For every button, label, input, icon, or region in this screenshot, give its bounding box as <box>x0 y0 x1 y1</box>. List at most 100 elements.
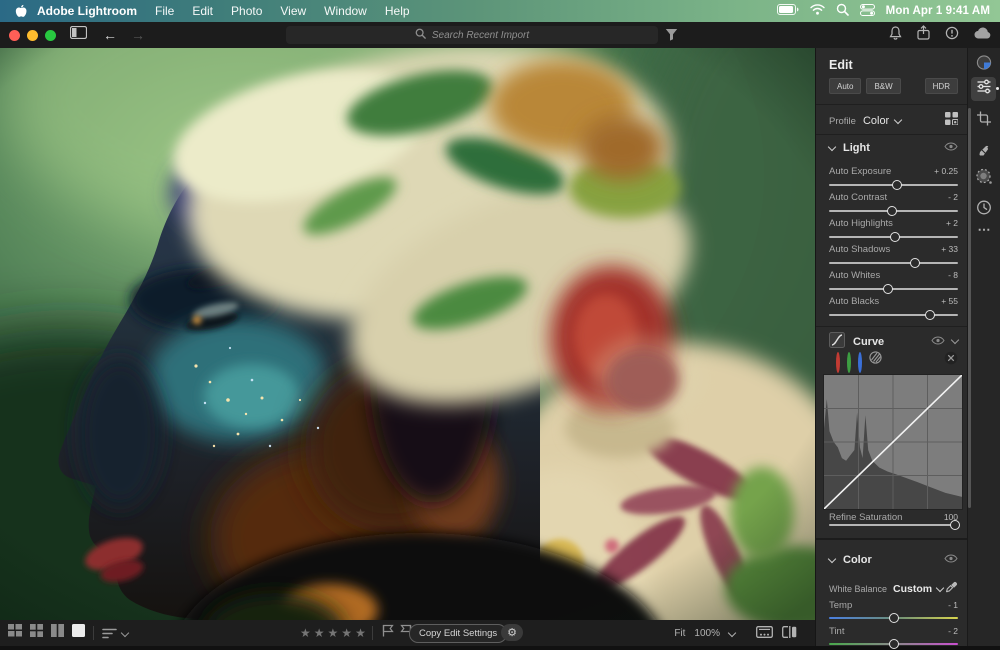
star-icon[interactable]: ★ <box>300 626 311 640</box>
control-center-icon[interactable] <box>860 4 875 19</box>
share-icon[interactable] <box>917 25 930 45</box>
temp-value: - 1 <box>948 600 958 611</box>
close-window-button[interactable] <box>9 30 20 41</box>
minimize-window-button[interactable] <box>27 30 38 41</box>
battery-icon[interactable] <box>777 4 799 18</box>
slider-row: Tint - 2 <box>829 626 958 637</box>
whites-slider[interactable] <box>829 283 958 295</box>
sort-chevron-icon <box>121 629 129 637</box>
sphere-adjust-icon[interactable] <box>976 55 992 76</box>
compare-view-icon[interactable] <box>51 624 64 642</box>
slider-value: + 55 <box>941 296 958 307</box>
profile-value[interactable]: Color <box>863 115 889 127</box>
spotlight-search-icon[interactable] <box>836 3 849 19</box>
apple-menu-icon[interactable] <box>14 4 27 19</box>
curve-channel-blue[interactable] <box>858 354 862 372</box>
light-visibility-eye-icon[interactable] <box>944 142 958 154</box>
profile-browser-icon[interactable] <box>945 112 958 130</box>
slider-row: Auto Whites - 8 <box>829 270 958 281</box>
versions-clock-icon[interactable] <box>976 200 992 221</box>
white-balance-chevron-icon[interactable] <box>936 584 944 592</box>
slider-label: Auto Blacks <box>829 296 879 307</box>
bottom-toolbar: ★ ★ ★ ★ ★ Copy Edit Settings ⚙ <box>0 620 815 646</box>
refine-saturation-slider[interactable] <box>829 519 958 531</box>
white-balance-value[interactable]: Custom <box>893 583 932 595</box>
menu-help[interactable]: Help <box>385 4 410 18</box>
search-input[interactable]: Search Recent Import <box>286 26 658 44</box>
copy-edit-settings-button[interactable]: Copy Edit Settings <box>409 624 507 643</box>
highlights-slider[interactable] <box>829 231 958 243</box>
settings-gear-button[interactable]: ⚙ <box>501 624 523 641</box>
profile-chevron-icon[interactable] <box>894 116 902 124</box>
sort-icon[interactable] <box>102 628 128 639</box>
forward-arrow-button[interactable]: → <box>131 28 145 42</box>
curve-channel-point[interactable] <box>869 351 882 369</box>
bw-button[interactable]: B&W <box>866 78 900 94</box>
contrast-slider[interactable] <box>829 205 958 217</box>
slider-row: Auto Highlights + 2 <box>829 218 958 229</box>
menu-file[interactable]: File <box>155 4 174 18</box>
filter-funnel-icon[interactable] <box>665 28 678 46</box>
slider-value: - 2 <box>948 192 958 203</box>
back-arrow-button[interactable]: ← <box>103 28 117 42</box>
color-visibility-eye-icon[interactable] <box>944 554 958 566</box>
curve-reset-icon[interactable] <box>944 351 958 370</box>
sidebar-toggle-icon[interactable] <box>70 26 87 44</box>
curve-channel-green[interactable] <box>847 354 851 372</box>
more-tools-icon[interactable]: ⋯ <box>978 222 991 238</box>
filmstrip-toggle-icon[interactable] <box>756 626 773 641</box>
star-rating[interactable]: ★ ★ ★ ★ ★ <box>300 620 366 646</box>
search-placeholder: Search Recent Import <box>432 30 529 41</box>
zoom-level-value[interactable]: 100% <box>694 628 720 639</box>
healing-brush-icon[interactable] <box>976 142 992 163</box>
tint-label: Tint <box>829 626 844 637</box>
menu-edit[interactable]: Edit <box>192 4 213 18</box>
wifi-icon[interactable] <box>810 4 825 18</box>
hdr-button[interactable]: HDR <box>925 78 958 94</box>
white-balance-label: White Balance <box>829 584 887 594</box>
edit-sliders-icon[interactable] <box>977 79 992 99</box>
curve-collapse-chevron-icon[interactable] <box>951 336 959 344</box>
menu-photo[interactable]: Photo <box>231 4 262 18</box>
menu-view[interactable]: View <box>280 4 306 18</box>
star-icon[interactable]: ★ <box>328 626 339 640</box>
color-section-header[interactable]: Color <box>829 554 958 566</box>
flag-pick-icon[interactable] <box>382 624 394 642</box>
star-icon[interactable]: ★ <box>314 626 325 640</box>
temp-slider[interactable] <box>829 612 958 624</box>
light-section-header[interactable]: Light <box>829 142 958 154</box>
shadows-slider[interactable] <box>829 257 958 269</box>
auto-button[interactable]: Auto <box>829 78 861 94</box>
cloud-icon[interactable] <box>974 26 992 44</box>
star-icon[interactable]: ★ <box>355 626 366 640</box>
zoom-chevron-icon[interactable] <box>728 629 736 637</box>
light-section-title: Light <box>843 142 870 154</box>
zoom-fit-label[interactable]: Fit <box>674 628 685 639</box>
notifications-bell-icon[interactable] <box>889 26 902 45</box>
eyedropper-icon[interactable] <box>946 580 958 598</box>
light-collapse-chevron-icon[interactable] <box>828 142 836 150</box>
curve-channel-red[interactable] <box>836 354 840 372</box>
menu-window[interactable]: Window <box>324 4 367 18</box>
crop-tool-icon[interactable] <box>976 111 992 132</box>
sync-status-icon[interactable] <box>945 26 959 45</box>
curve-section-header[interactable]: Curve <box>829 332 958 351</box>
zoom-window-button[interactable] <box>45 30 56 41</box>
tint-slider[interactable] <box>829 638 958 650</box>
blacks-slider[interactable] <box>829 309 958 321</box>
star-icon[interactable]: ★ <box>341 626 352 640</box>
panel-scrollbar[interactable] <box>968 108 971 508</box>
edit-indicator-dot <box>996 87 999 90</box>
detail-view-icon[interactable] <box>72 624 85 642</box>
photo-grid-view-icon[interactable] <box>8 624 22 642</box>
tone-curve-editor[interactable] <box>823 374 963 510</box>
photo-canvas[interactable] <box>0 48 815 620</box>
exposure-slider[interactable] <box>829 179 958 191</box>
curve-visibility-eye-icon[interactable] <box>931 336 945 348</box>
color-collapse-chevron-icon[interactable] <box>828 554 836 562</box>
masking-tool-icon[interactable] <box>975 168 993 191</box>
menu-clock[interactable]: Mon Apr 1 9:41 AM <box>886 5 990 17</box>
before-after-view-icon[interactable] <box>782 626 797 641</box>
menu-app-name[interactable]: Adobe Lightroom <box>37 4 137 18</box>
square-grid-view-icon[interactable] <box>30 624 43 642</box>
